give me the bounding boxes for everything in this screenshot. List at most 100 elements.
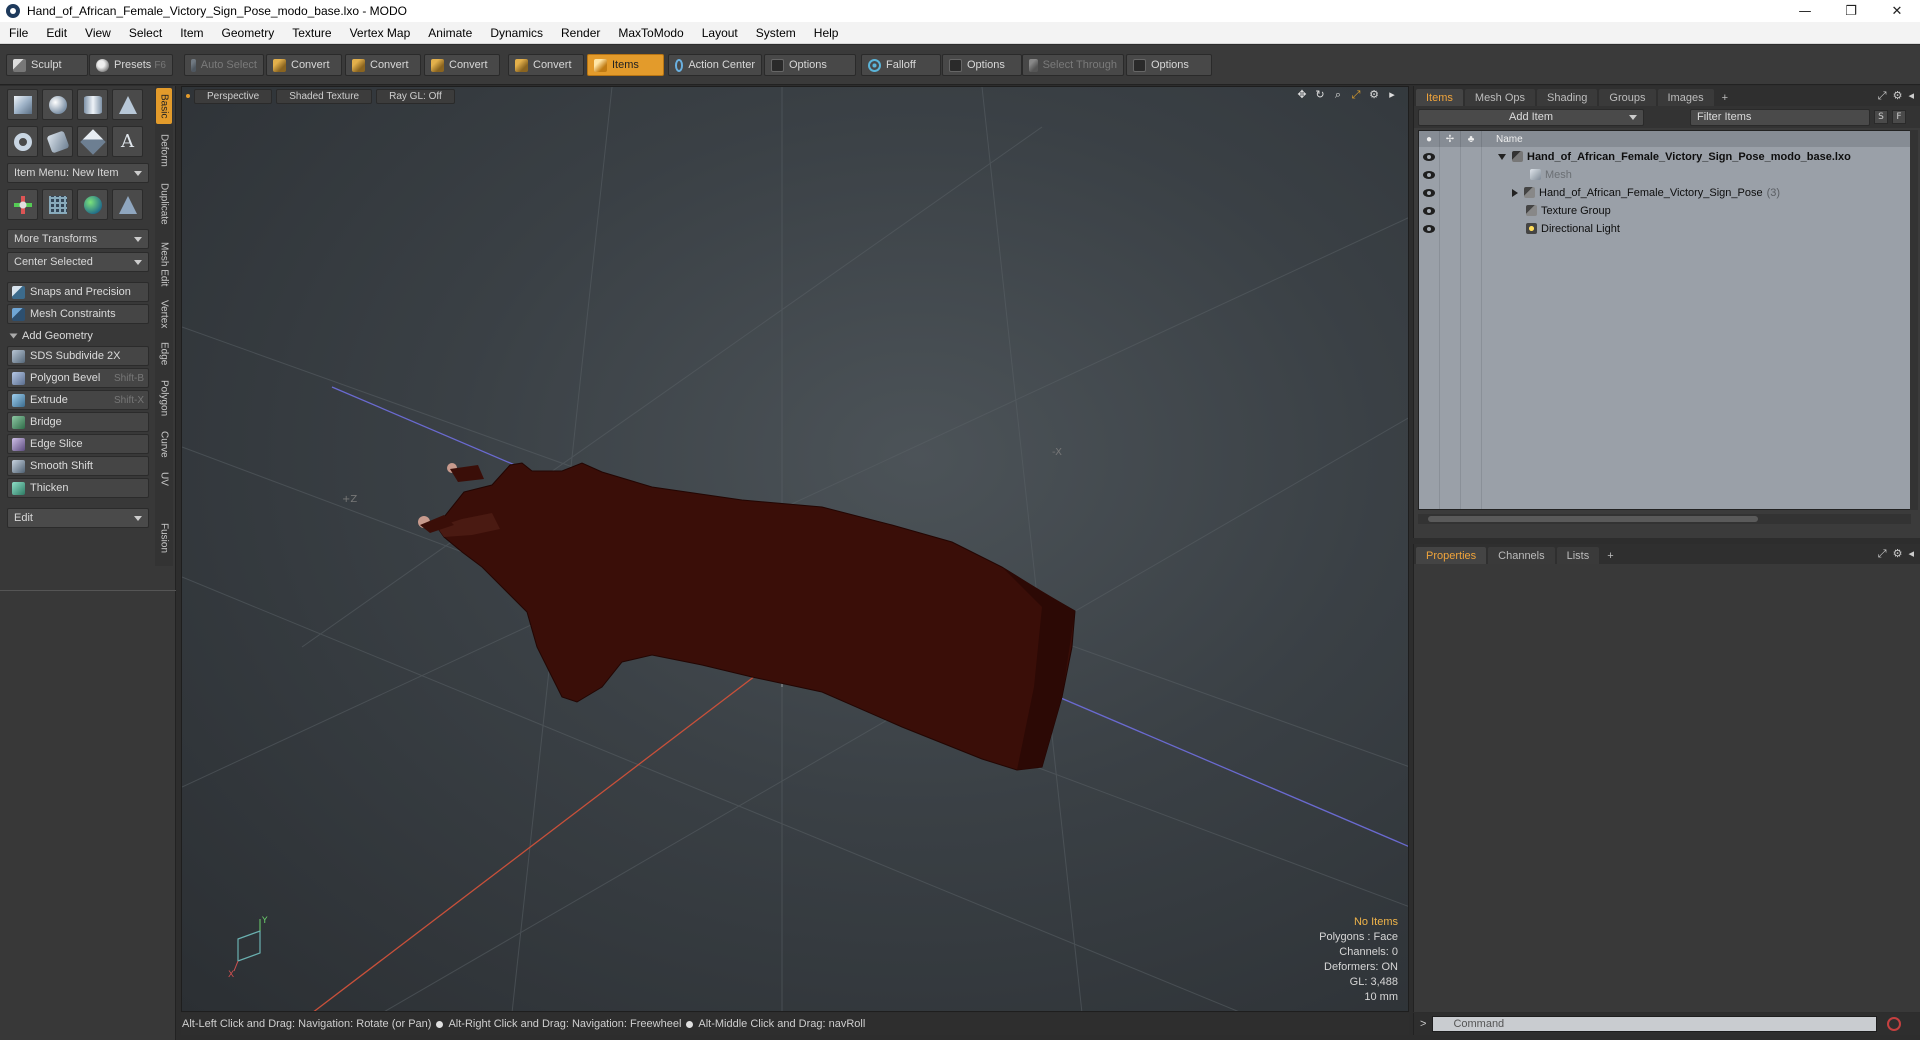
smooth-shift-button[interactable]: Smooth Shift	[7, 456, 149, 476]
menu-geometry[interactable]: Geometry	[213, 26, 284, 40]
viewport-menu-dot[interactable]	[186, 94, 190, 98]
item-list-hscrollbar[interactable]	[1418, 514, 1911, 524]
tree-row-hand-group[interactable]: Hand_of_African_Female_Victory_Sign_Pose…	[1419, 185, 1910, 200]
eye-icon[interactable]	[1423, 206, 1435, 215]
lock-column-icon[interactable]: ✢	[1440, 131, 1461, 147]
grid-tool[interactable]	[42, 189, 73, 220]
tab-shading[interactable]: Shading	[1537, 89, 1598, 106]
extrude-button[interactable]: Extrude Shift-X	[7, 390, 149, 410]
more-transforms-dropdown[interactable]: More Transforms	[7, 229, 149, 249]
add-tab-button[interactable]: +	[1601, 547, 1619, 564]
tab-groups[interactable]: Groups	[1599, 89, 1656, 106]
tree-row-directional-light[interactable]: Directional Light	[1419, 221, 1910, 236]
presets-button[interactable]: Presets F6	[89, 54, 173, 76]
polygon-bevel-button[interactable]: Polygon Bevel Shift-B	[7, 368, 149, 388]
tab-duplicate[interactable]: Duplicate	[156, 178, 172, 230]
cylinder-tool[interactable]	[77, 89, 108, 120]
add-item-dropdown[interactable]: Add Item	[1418, 108, 1644, 126]
tab-mesh-edit[interactable]: Mesh Edit	[156, 238, 172, 290]
3d-viewport[interactable]: +Z -X Y X Perspective Shaded Texture Ray…	[181, 86, 1409, 1012]
tube-tool[interactable]	[42, 126, 73, 157]
action-center-options-button[interactable]: Options	[764, 54, 856, 76]
panel-menu-arrow-icon[interactable]: ◂	[1908, 547, 1914, 561]
item-list-vscrollbar[interactable]	[1910, 130, 1918, 510]
falloff-options-button[interactable]: Options	[942, 54, 1022, 76]
falloff-button[interactable]: Falloff	[861, 54, 941, 76]
tab-edge[interactable]: Edge	[156, 338, 172, 370]
torus-tool[interactable]	[7, 126, 38, 157]
menu-maxtomodo[interactable]: MaxToModo	[609, 26, 692, 40]
eye-icon[interactable]	[1423, 170, 1435, 179]
visibility-column-eye-icon[interactable]: ●	[1419, 131, 1440, 147]
tab-curve[interactable]: Curve	[156, 426, 172, 462]
convert-vertex-button[interactable]: Convert	[266, 54, 342, 76]
fit-icon[interactable]: ⤢	[1350, 89, 1362, 101]
convert-item-button[interactable]: Convert	[508, 54, 584, 76]
menu-layout[interactable]: Layout	[693, 26, 747, 40]
add-tab-button[interactable]: +	[1716, 89, 1734, 106]
auto-select-button[interactable]: Auto Select	[184, 54, 264, 76]
text-tool[interactable]: A	[112, 126, 143, 157]
menu-select[interactable]: Select	[120, 26, 171, 40]
edge-slice-button[interactable]: Edge Slice	[7, 434, 149, 454]
sphere-tool[interactable]	[42, 89, 73, 120]
filter-f-button[interactable]: F	[1892, 110, 1906, 124]
panel-menu-arrow-icon[interactable]: ◂	[1908, 89, 1914, 103]
tab-uv[interactable]: UV	[156, 468, 172, 490]
mesh-constraints-button[interactable]: Mesh Constraints	[7, 304, 149, 324]
tree-row-scene[interactable]: Hand_of_African_Female_Victory_Sign_Pose…	[1419, 149, 1910, 164]
menu-edit[interactable]: Edit	[37, 26, 76, 40]
menu-texture[interactable]: Texture	[283, 26, 340, 40]
convert-edge-button[interactable]: Convert	[345, 54, 421, 76]
filter-items-input[interactable]: Filter Items	[1690, 108, 1870, 126]
items-mode-button[interactable]: Items	[587, 54, 664, 76]
name-column-header[interactable]: Name	[1482, 134, 1523, 145]
ray-gl-toggle[interactable]: Ray GL: Off	[376, 88, 455, 104]
cube-tool[interactable]	[7, 89, 38, 120]
item-menu-dropdown[interactable]: Item Menu: New Item	[7, 163, 149, 183]
tree-row-mesh[interactable]: Mesh	[1419, 167, 1910, 182]
pyramid-tool[interactable]	[112, 189, 143, 220]
view-mode-dropdown[interactable]: Perspective	[194, 88, 273, 104]
pen-tool[interactable]	[77, 126, 108, 157]
menu-system[interactable]: System	[747, 26, 805, 40]
menu-help[interactable]: Help	[805, 26, 848, 40]
settings-gear-icon[interactable]: ⚙	[1893, 89, 1903, 103]
filter-s-button[interactable]: S	[1874, 110, 1888, 124]
item-list[interactable]: ● ✢ ♣ Name Hand_of_African_Female_Victor…	[1418, 130, 1911, 510]
eye-icon[interactable]	[1423, 224, 1435, 233]
tab-mesh-ops[interactable]: Mesh Ops	[1464, 89, 1536, 106]
maximize-icon[interactable]: ⤢	[1878, 547, 1887, 561]
tab-images[interactable]: Images	[1657, 89, 1714, 106]
maximize-icon[interactable]: ⤢	[1878, 89, 1887, 103]
thicken-button[interactable]: Thicken	[7, 478, 149, 498]
globe-tool[interactable]	[77, 189, 108, 220]
snaps-precision-button[interactable]: Snaps and Precision	[7, 282, 149, 302]
tab-properties[interactable]: Properties	[1416, 547, 1487, 564]
pan-icon[interactable]: ✥	[1296, 89, 1308, 101]
menu-dynamics[interactable]: Dynamics	[481, 26, 552, 40]
scroll-thumb[interactable]	[1428, 516, 1758, 522]
tab-lists[interactable]: Lists	[1556, 547, 1600, 564]
menu-view[interactable]: View	[76, 26, 120, 40]
edit-dropdown[interactable]: Edit	[7, 508, 149, 528]
expand-arrow-icon[interactable]	[1512, 188, 1518, 197]
transform-tool[interactable]	[7, 189, 38, 220]
close-button[interactable]: ✕	[1874, 0, 1920, 22]
tab-fusion[interactable]: Fusion	[156, 518, 172, 558]
expand-arrow-icon[interactable]	[1498, 153, 1506, 160]
rotate-icon[interactable]: ↻	[1314, 89, 1326, 101]
tab-vertex[interactable]: Vertex	[156, 296, 172, 332]
sculpt-button[interactable]: Sculpt	[6, 54, 88, 76]
center-selected-dropdown[interactable]: Center Selected	[7, 252, 149, 272]
tab-items[interactable]: Items	[1416, 89, 1463, 106]
tab-polygon[interactable]: Polygon	[156, 376, 172, 420]
menu-file[interactable]: File	[0, 26, 37, 40]
action-center-button[interactable]: Action Center	[668, 54, 762, 76]
tab-basic[interactable]: Basic	[156, 88, 172, 124]
tree-row-texture-group[interactable]: Texture Group	[1419, 203, 1910, 218]
convert-polygon-button[interactable]: Convert	[424, 54, 500, 76]
menu-animate[interactable]: Animate	[419, 26, 481, 40]
tab-channels[interactable]: Channels	[1488, 547, 1555, 564]
restore-button[interactable]: ❐	[1828, 0, 1874, 22]
